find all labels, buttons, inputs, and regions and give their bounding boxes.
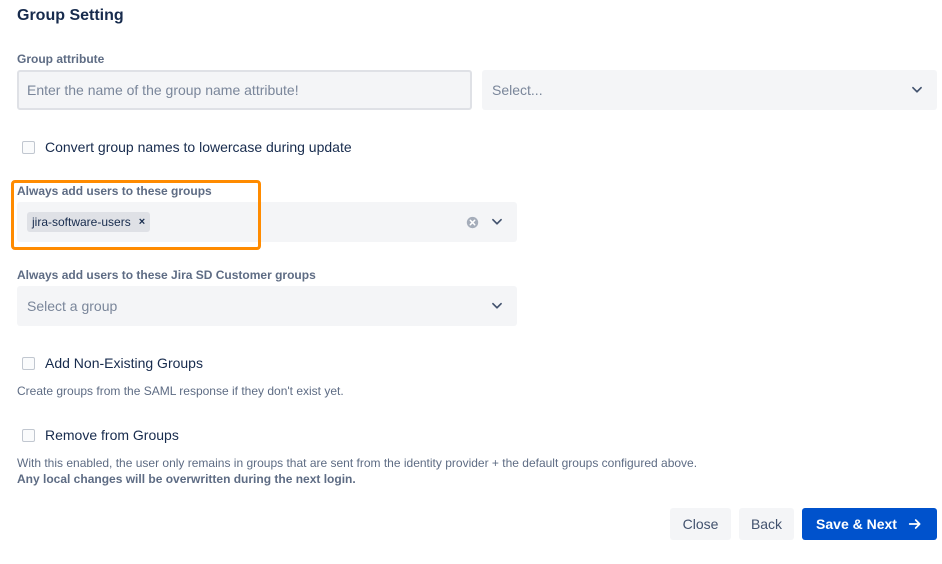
chevron-down-icon: [487, 212, 507, 232]
group-attribute-select[interactable]: Select...: [482, 70, 937, 110]
save-next-button[interactable]: Save & Next: [802, 508, 937, 540]
remove-from-groups-help: With this enabled, the user only remains…: [17, 456, 698, 470]
tag-remove-icon[interactable]: ×: [139, 216, 145, 228]
save-next-label: Save & Next: [816, 516, 897, 532]
page-title: Group Setting: [17, 7, 124, 24]
lowercase-checkbox[interactable]: [22, 140, 35, 154]
lowercase-option[interactable]: Convert group names to lowercase during …: [22, 139, 352, 155]
default-groups-label: Always add users to these groups: [17, 184, 212, 198]
arrow-right-icon: [908, 519, 921, 529]
add-non-existing-checkbox[interactable]: [22, 356, 35, 370]
warning-text: Any local changes will be overwritten du…: [17, 472, 356, 486]
remove-from-groups-checkbox[interactable]: [22, 428, 35, 442]
lowercase-label: Convert group names to lowercase during …: [45, 139, 352, 155]
add-non-existing-help: Create groups from the SAML response if …: [17, 384, 344, 398]
remove-from-groups-warning: Any local changes will be overwritten du…: [17, 472, 356, 486]
default-groups-select[interactable]: jira-software-users ×: [17, 202, 517, 242]
group-tag-label: jira-software-users: [32, 215, 131, 229]
chevron-down-icon: [487, 296, 507, 316]
remove-from-groups-option[interactable]: Remove from Groups: [22, 427, 179, 443]
back-button[interactable]: Back: [739, 508, 794, 540]
chevron-down-icon: [907, 80, 927, 100]
remove-from-groups-label: Remove from Groups: [45, 427, 179, 443]
group-attribute-select-placeholder: Select...: [492, 82, 543, 98]
sd-customer-groups-placeholder: Select a group: [27, 298, 118, 314]
clear-icon[interactable]: [465, 215, 479, 229]
sd-customer-groups-select[interactable]: Select a group: [17, 286, 517, 326]
group-tag: jira-software-users ×: [27, 212, 151, 232]
sd-customer-groups-label: Always add users to these Jira SD Custom…: [17, 268, 316, 282]
add-non-existing-label: Add Non-Existing Groups: [45, 355, 203, 371]
close-button[interactable]: Close: [670, 508, 731, 540]
group-attribute-input[interactable]: [17, 70, 472, 110]
group-attribute-label: Group attribute: [17, 52, 105, 66]
add-non-existing-option[interactable]: Add Non-Existing Groups: [22, 355, 203, 371]
